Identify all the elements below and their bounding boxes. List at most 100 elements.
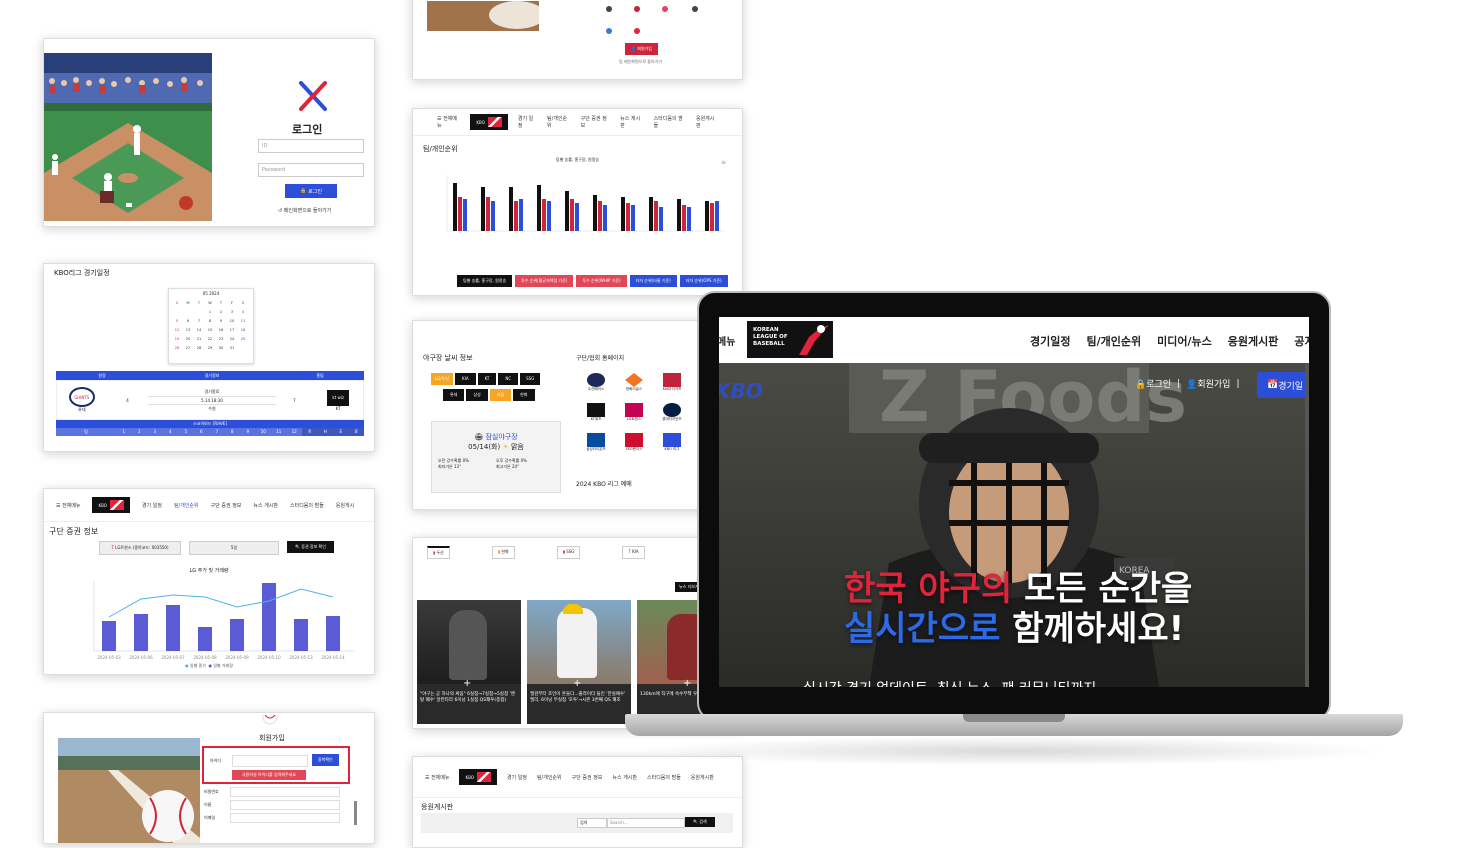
board-search-input[interactable]: Search...	[607, 818, 685, 828]
chart-menu-icon[interactable]: ≡	[721, 159, 726, 166]
tab-hanwha[interactable]: ▮ 한화	[491, 546, 515, 559]
homepage-title: 구단/협회 홈페이지	[576, 355, 625, 362]
period-select[interactable]: 5일	[189, 541, 279, 555]
dirt-photo	[427, 1, 539, 31]
nav-ranking[interactable]: 팀/개인순위	[1086, 333, 1141, 349]
nav-board[interactable]: 응원게시판	[691, 774, 714, 781]
tab-lotte[interactable]: 롯데	[443, 389, 465, 401]
btn-pitcher-era[interactable]: 투수 순위(평균자책점 기준)	[515, 275, 574, 287]
ticket-link[interactable]: 2024 KBO 리그 예매	[576, 479, 632, 488]
nav-news[interactable]: 뉴스 게시판	[612, 774, 637, 781]
laptop-nav-links: 경기일정 팀/개인순위 미디어/뉴스 응원게시판 공지	[1030, 333, 1309, 349]
nav-media-news[interactable]: 미디어/뉴스	[1157, 333, 1212, 349]
back-to-main-link[interactable]: ↺ 메인화면으로 돌아가기	[278, 207, 331, 214]
dup-check-button[interactable]: 중복확인	[312, 754, 339, 766]
btn-batter-avg[interactable]: 타자 순위(타율 기준)	[629, 275, 677, 287]
signup-link[interactable]: 👤회원가입	[1186, 377, 1230, 390]
lotte-logo: GIANTS	[68, 387, 95, 407]
tab-doosan[interactable]: ▮ 두산	[427, 546, 450, 559]
calendar-icon: 📅	[1267, 380, 1279, 390]
team-link[interactable]: KIA타이거즈	[653, 373, 691, 403]
laptop-scrollbar[interactable]	[1305, 363, 1309, 687]
svg-text:29: 29	[208, 346, 212, 350]
nav-schedule[interactable]: 경기 일정	[142, 502, 162, 509]
team-link[interactable]: 롯데자이언츠	[653, 403, 691, 433]
tab-lg-doosan[interactable]: LG/두산	[431, 373, 454, 385]
schedule-button[interactable]: 📅 경기일	[1257, 372, 1309, 398]
tab-nc[interactable]: NC	[498, 373, 519, 385]
id-input[interactable]: ID	[258, 139, 364, 153]
kbo-logo	[663, 433, 681, 447]
svg-text:25: 25	[241, 337, 245, 341]
password-field[interactable]	[230, 786, 340, 797]
nav-ranking[interactable]: 팀/개인순위	[537, 774, 562, 781]
search-icon: 🔍	[693, 819, 698, 824]
klb-logo[interactable]: KOREAN LEAGUE OF BASEBALL	[747, 321, 833, 358]
tab-kt[interactable]: KT	[477, 373, 497, 385]
board-search-button[interactable]: 🔍 검색	[685, 817, 715, 827]
team-link[interactable]: LG트윈스	[615, 403, 653, 433]
nav-ranking[interactable]: 팀/개인순위	[174, 502, 199, 509]
team-link[interactable]: KT위즈	[577, 403, 615, 433]
tab-samsung[interactable]: 삼성	[466, 389, 488, 401]
board-select[interactable]: 검색	[577, 818, 607, 828]
team-link[interactable]: KBO 리그	[653, 433, 691, 463]
tab-kia[interactable]: T KIA	[622, 546, 645, 559]
team-link[interactable]: 삼성라이온즈	[577, 433, 615, 463]
news-item[interactable]: + 엘검부터 조인이 흔들다...줄라이더 들인 '한실패수' 엘리, 6이닝 …	[527, 600, 631, 724]
nav-stock[interactable]: 구단 증권 정보	[211, 502, 242, 509]
calendar-grid: SMTWTFS 1234 5 6 7 8 9 10 11 12 13 14 15 16 17 18 19…	[175, 301, 245, 350]
btn-pitcher-whip[interactable]: 투수 순위(WHIP 기준)	[576, 275, 627, 287]
nav-board[interactable]: 응원게시	[336, 502, 354, 509]
nav-news[interactable]: 뉴스 게시판	[620, 115, 644, 129]
kbo-logo[interactable]: KBO	[470, 114, 508, 130]
tab-hanwha[interactable]: 한화	[513, 389, 535, 401]
svg-text:7: 7	[198, 319, 200, 323]
nav-stock[interactable]: 구단 증권 정보	[572, 774, 603, 781]
nav-stadium[interactable]: 스타디움의 밤들	[290, 502, 324, 509]
tab-kiwoom[interactable]: 키움	[489, 389, 512, 401]
nav-stock[interactable]: 구단 증권 정보	[581, 115, 610, 129]
team-logos-row	[606, 6, 698, 34]
signup-id-input[interactable]	[232, 755, 308, 767]
nav-board[interactable]: 응원게시판	[1228, 333, 1279, 349]
top-back-link[interactable]: 팀 메인화면으로 돌아가기	[619, 59, 662, 65]
kbo-logo[interactable]: KBO	[92, 497, 130, 513]
nav-schedule[interactable]: 경기 일정	[518, 115, 537, 129]
menu-button[interactable]: ☰ 전체메뉴	[437, 115, 460, 129]
email-field[interactable]	[230, 812, 340, 823]
refresh-icon: ↺	[278, 208, 283, 214]
top-signup-button[interactable]: 👤 회원가입	[625, 43, 658, 55]
nav-stadium[interactable]: 스타디움의 밤들	[654, 115, 686, 129]
login-button[interactable]: 🔒 로그인	[285, 184, 337, 198]
company-select[interactable]: T LG트윈스 (종목코드: 003550)	[99, 541, 181, 555]
nav-news[interactable]: 뉴스 게시판	[253, 502, 278, 509]
nav-stadium[interactable]: 스타디움의 밤들	[647, 774, 681, 781]
nav-ranking[interactable]: 팀/개인순위	[547, 115, 571, 129]
tab-ssg[interactable]: SSG	[520, 373, 541, 385]
tab-ssg[interactable]: ▮ SSG	[556, 546, 581, 559]
stock-search-button[interactable]: 🔍 증권 정보 확인	[287, 541, 334, 553]
name-field[interactable]	[230, 799, 340, 810]
calendar-widget[interactable]: 05 2024 SMTWTFS 1234 5 6 7 8 9 10 11 12 13 14 15 1…	[168, 288, 254, 364]
tab-kia[interactable]: KIA	[455, 373, 476, 385]
btn-batter-ops[interactable]: 타자 순위(OPS 기준)	[679, 275, 728, 287]
btn-team-rank[interactable]: 팀별 승률, 홈구장, 원정승	[457, 275, 513, 287]
nav-board[interactable]: 응원게시판	[696, 115, 718, 129]
team-link[interactable]: 두산베어스	[577, 373, 615, 403]
menu-button[interactable]: ☰ 전체메뉴	[56, 502, 80, 509]
nav-notice[interactable]: 공지	[1294, 333, 1309, 349]
password-input[interactable]: Password	[258, 163, 364, 177]
news-item[interactable]: + "야구는 공 하나의 싸움" 6실점→7실점→5실점 '멘탈 폐수' 알칸타…	[417, 600, 521, 724]
nav-schedule[interactable]: 경기 일정	[507, 774, 527, 781]
kbo-logo[interactable]: KBO	[459, 769, 497, 785]
samsung-logo	[587, 433, 605, 447]
login-link[interactable]: 🔒로그인	[1135, 377, 1171, 390]
menu-button[interactable]: ☰ 전체메뉴	[425, 774, 449, 781]
nav-schedule[interactable]: 경기일정	[1030, 333, 1070, 349]
team-link[interactable]: 한화이글스	[615, 373, 653, 403]
signup-scrollbar[interactable]	[354, 801, 357, 825]
team-link[interactable]: SSG랜더스	[615, 433, 653, 463]
stadium-illustration	[44, 53, 212, 221]
laptop-menu-button[interactable]: 메뉴	[719, 333, 735, 348]
